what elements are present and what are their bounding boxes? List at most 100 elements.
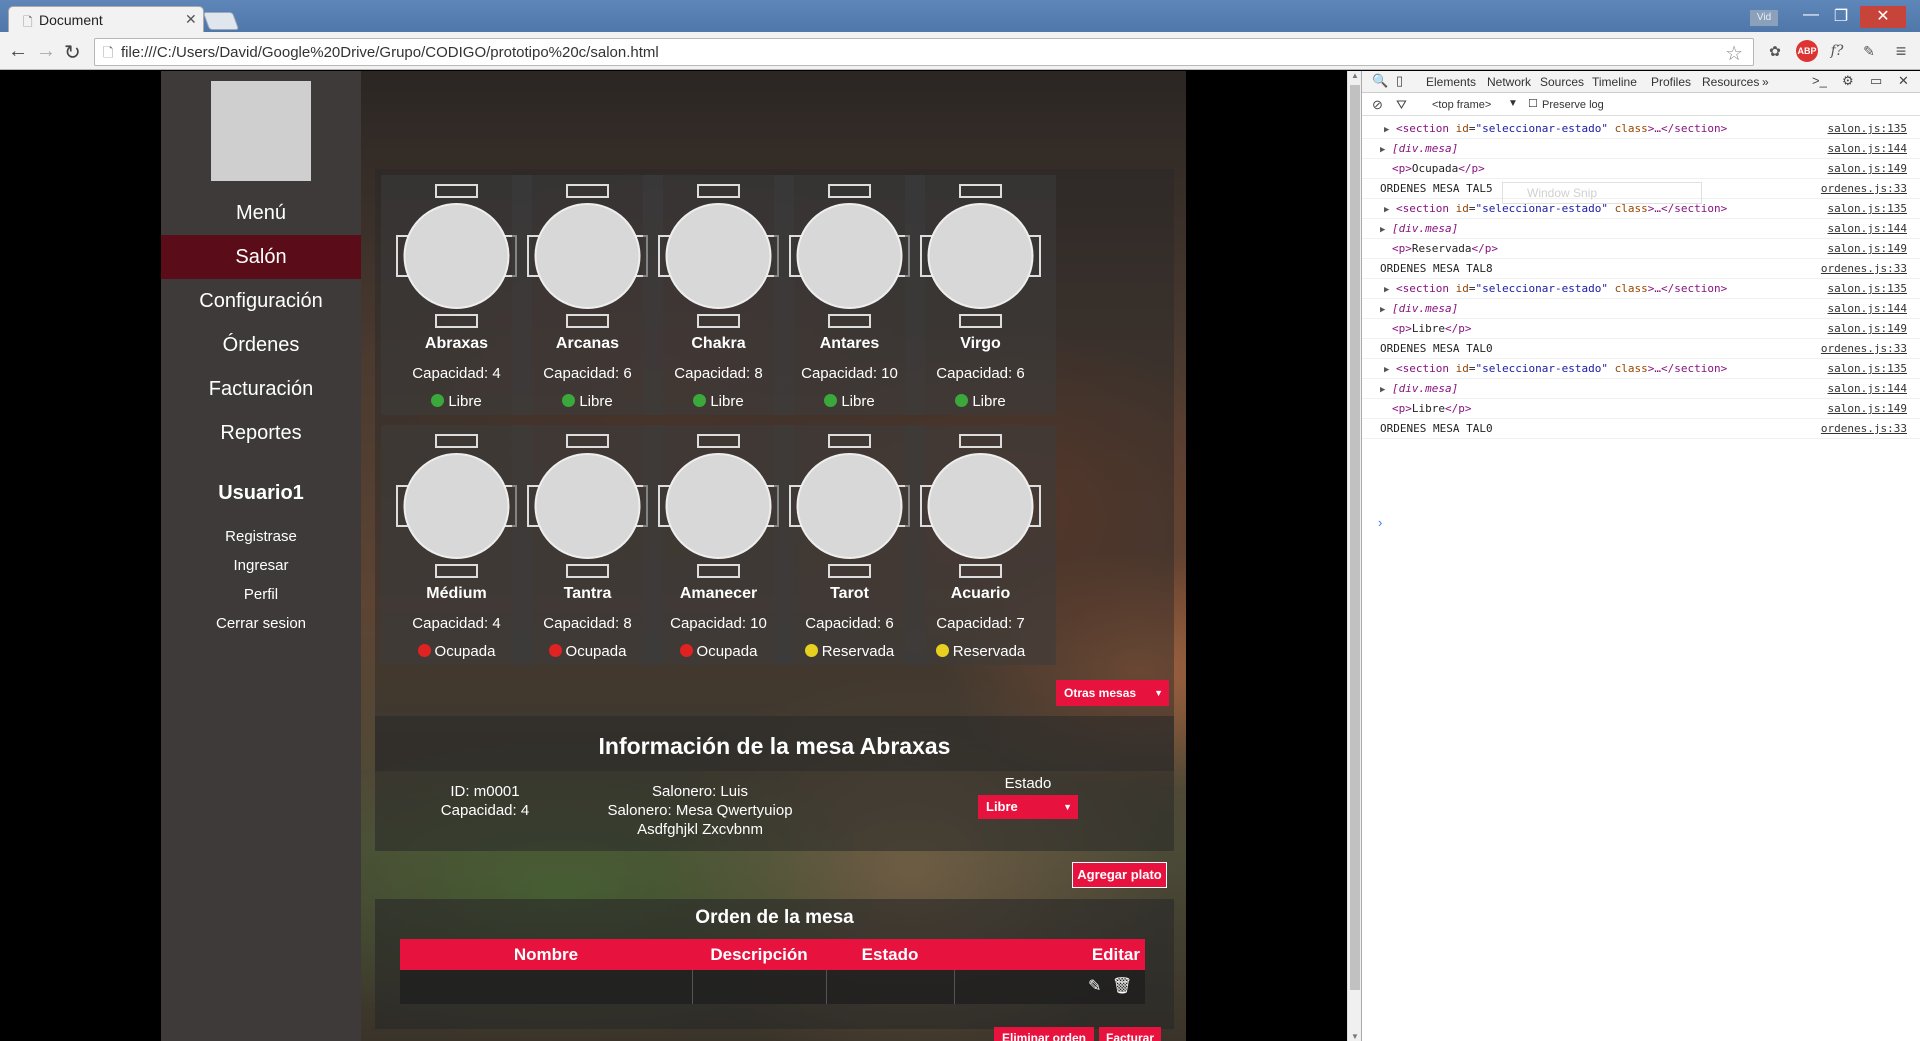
bookmark-star-icon[interactable]: ☆ [1725, 41, 1743, 66]
nav-facturacion[interactable]: Facturación [161, 367, 361, 411]
nav-ordenes[interactable]: Órdenes [161, 323, 361, 367]
log-source-link[interactable]: ordenes.js:33 [1821, 182, 1907, 195]
console-drawer-icon[interactable]: >_ [1812, 73, 1827, 88]
maximize-button[interactable]: ❐ [1826, 6, 1856, 28]
status-dot-icon [804, 644, 818, 657]
log-source-link[interactable]: salon.js:144 [1828, 222, 1907, 235]
link-cerrar-sesion[interactable]: Cerrar sesion [161, 615, 361, 632]
reload-button[interactable]: ↻ [64, 40, 81, 65]
forward-button[interactable]: → [36, 40, 56, 63]
otras-mesas-dropdown[interactable]: Otras mesas ▼ [1056, 680, 1169, 706]
mesa-status-label: Libre [448, 393, 482, 410]
info-id: ID: m0001 [450, 783, 520, 800]
new-tab-button[interactable] [202, 12, 240, 30]
scroll-thumb[interactable] [1350, 85, 1360, 990]
profile-badge[interactable]: Vid [1750, 10, 1778, 26]
function-icon[interactable]: f? [1826, 40, 1848, 62]
mesa-card[interactable]: Antares Capacidad: 10 Libre [774, 175, 925, 415]
page-scrollbar[interactable]: ▲ ▼ [1347, 71, 1361, 1041]
table-icon [396, 434, 517, 578]
gear-icon[interactable]: ⚙ [1842, 73, 1854, 89]
mesa-name: Tantra [563, 585, 612, 602]
search-icon[interactable]: 🔍 [1372, 73, 1388, 89]
tab-resources[interactable]: Resources [1702, 75, 1759, 89]
log-source-link[interactable]: salon.js:149 [1828, 402, 1907, 415]
mesa-card[interactable]: Tarot Capacidad: 6 Reservada [774, 425, 925, 665]
tab-profiles[interactable]: Profiles [1651, 75, 1691, 89]
mesa-card[interactable]: Tantra Capacidad: 8 Ocupada [512, 425, 663, 665]
address-bar[interactable]: 🗋 file:///C:/Users/David/Google%20Drive/… [94, 38, 1754, 66]
mesa-card[interactable]: Acuario Capacidad: 7 Reservada [905, 425, 1056, 665]
mesa-card[interactable]: Virgo Capacidad: 6 Libre [905, 175, 1056, 415]
log-source-link[interactable]: salon.js:135 [1828, 282, 1907, 295]
mesa-capacity: Capacidad: 4 [412, 365, 501, 382]
agregar-plato-button[interactable]: Agregar plato [1072, 862, 1167, 888]
mesa-card[interactable]: Amanecer Capacidad: 10 Ocupada [643, 425, 794, 665]
status-dot-icon [548, 644, 562, 657]
estado-select[interactable]: Libre ▼ [978, 795, 1078, 819]
eliminar-orden-button[interactable]: Eliminar orden [994, 1027, 1094, 1041]
nav-configuracion[interactable]: Configuración [161, 279, 361, 323]
eyedropper-icon[interactable]: ✎ [1858, 40, 1880, 62]
minimize-button[interactable]: — [1796, 6, 1826, 28]
trash-icon[interactable]: 🗑 [1112, 976, 1132, 996]
link-perfil[interactable]: Perfil [161, 586, 361, 603]
page-viewport: Menú Salón Configuración Órdenes Factura… [0, 71, 1347, 1041]
menu-icon[interactable]: ≡ [1890, 40, 1912, 62]
log-source-link[interactable]: ordenes.js:33 [1821, 422, 1907, 435]
log-source-link[interactable]: ordenes.js:33 [1821, 342, 1907, 355]
url-text: file:///C:/Users/David/Google%20Drive/Gr… [121, 44, 659, 61]
nav-reportes[interactable]: Reportes [161, 411, 361, 455]
log-source-link[interactable]: salon.js:135 [1828, 362, 1907, 375]
log-line: ORDENES MESA TAL0 ordenes.js:33 [1362, 419, 1920, 439]
log-value: Reservada [1411, 242, 1472, 255]
facturar-button[interactable]: Facturar [1099, 1027, 1161, 1041]
close-tab-icon[interactable]: ✕ [185, 11, 197, 28]
pencil-icon[interactable]: ✎ [1088, 976, 1101, 996]
page-icon: 🗋 [103, 45, 114, 60]
tab-strip: 🗋 Document ✕ Vid — ❐ ✕ [0, 0, 1920, 32]
col-editar: Editar [1091, 945, 1140, 964]
tab-elements[interactable]: Elements [1426, 75, 1476, 89]
caret-down-icon[interactable]: ▼ [1508, 98, 1518, 109]
log-source-link[interactable]: ordenes.js:33 [1821, 262, 1907, 275]
nav-salon[interactable]: Salón [161, 235, 361, 279]
info-salonero-2: Salonero: Mesa Qwertyuiop [607, 802, 793, 819]
link-registrase[interactable]: Registrase [161, 528, 361, 545]
tab-sources[interactable]: Sources [1540, 75, 1584, 89]
mesa-card[interactable]: Chakra Capacidad: 8 Libre [643, 175, 794, 415]
adblock-icon[interactable]: ABP [1796, 40, 1818, 62]
device-mode-icon[interactable]: ▯ [1396, 73, 1403, 89]
mesa-card[interactable]: Médium Capacidad: 4 Ocupada [381, 425, 532, 665]
preserve-log-checkbox[interactable]: ☐ [1528, 97, 1538, 110]
log-source-link[interactable]: salon.js:149 [1828, 162, 1907, 175]
nav-menu[interactable]: Menú [161, 191, 361, 235]
extension-icon[interactable]: ✿ [1764, 40, 1786, 62]
scroll-up-icon[interactable]: ▲ [1351, 71, 1359, 80]
log-source-link[interactable]: salon.js:144 [1828, 382, 1907, 395]
browser-tab[interactable]: 🗋 Document ✕ [8, 6, 204, 32]
tab-network[interactable]: Network [1487, 75, 1531, 89]
log-source-link[interactable]: salon.js:135 [1828, 122, 1907, 135]
log-source-link[interactable]: salon.js:149 [1828, 242, 1907, 255]
filter-icon[interactable]: ⛛ [1396, 97, 1407, 113]
mesa-card[interactable]: Abraxas Capacidad: 4 Libre [381, 175, 532, 415]
close-window-button[interactable]: ✕ [1860, 6, 1906, 28]
tab-timeline[interactable]: Timeline [1592, 75, 1637, 89]
more-tabs-icon[interactable]: » [1762, 75, 1769, 89]
back-button[interactable]: ← [8, 40, 28, 63]
log-source-link[interactable]: salon.js:149 [1828, 322, 1907, 335]
dock-icon[interactable]: ▭ [1870, 73, 1882, 89]
close-icon[interactable]: ✕ [1898, 73, 1909, 89]
clear-console-icon[interactable]: ⊘ [1372, 97, 1383, 113]
log-source-link[interactable]: salon.js:144 [1828, 142, 1907, 155]
status-dot-icon [679, 644, 693, 657]
scroll-down-icon[interactable]: ▼ [1351, 1032, 1359, 1041]
console-prompt-icon[interactable]: › [1378, 515, 1382, 530]
table-info-panel: Información de la mesa Abraxas ID: m0001… [375, 716, 1174, 851]
link-ingresar[interactable]: Ingresar [161, 557, 361, 574]
mesa-card[interactable]: Arcanas Capacidad: 6 Libre [512, 175, 663, 415]
log-source-link[interactable]: salon.js:135 [1828, 202, 1907, 215]
log-source-link[interactable]: salon.js:144 [1828, 302, 1907, 315]
frame-select[interactable]: <top frame> [1432, 99, 1491, 111]
